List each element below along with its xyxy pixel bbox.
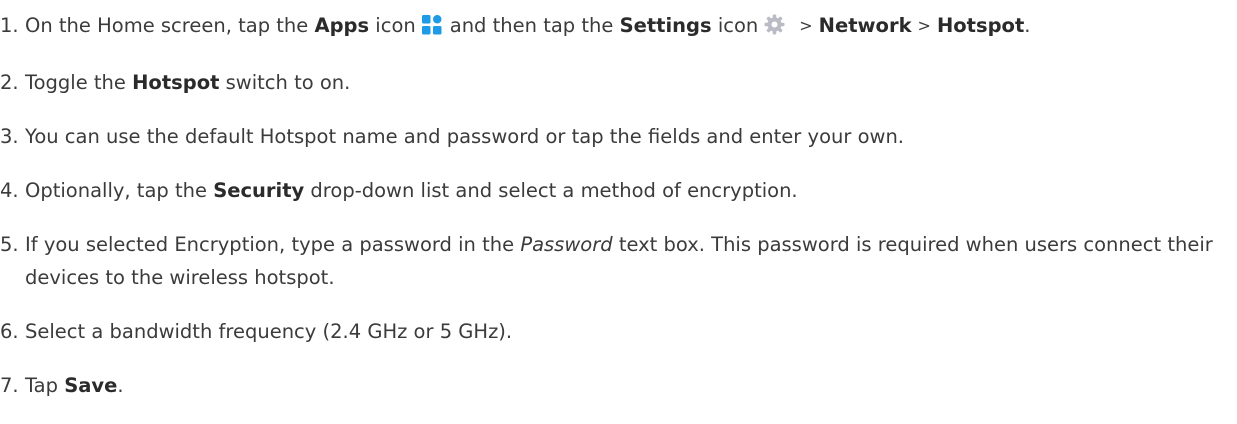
settings-term: Settings <box>619 14 712 37</box>
step-text: and then tap the <box>449 14 620 37</box>
gear-icon <box>764 12 785 45</box>
step-text: Toggle the <box>25 71 133 94</box>
password-term: Password <box>520 233 613 256</box>
step-number: 2. <box>0 71 19 94</box>
network-term: Network <box>818 14 912 37</box>
step-text: icon <box>369 14 416 37</box>
step-number: 1. <box>0 14 19 37</box>
step-2: 2. Toggle the Hotspot switch to on. <box>0 66 1237 99</box>
step-3: 3. You can use the default Hotspot name … <box>0 120 1237 153</box>
step-6: 6. Select a bandwidth frequency (2.4 GHz… <box>0 315 1237 348</box>
step-text: Tap <box>25 374 65 397</box>
save-term: Save <box>64 374 118 397</box>
step-5: 5. If you selected Encryption, type a pa… <box>0 228 1237 294</box>
instruction-steps-list: 1. On the Home screen, tap the Apps icon… <box>0 9 1237 402</box>
step-text: . <box>117 374 124 397</box>
step-text: drop-down list and select a method of en… <box>304 179 798 202</box>
security-term: Security <box>213 179 305 202</box>
step-text: You can use the default Hotspot name and… <box>25 125 905 148</box>
step-4: 4. Optionally, tap the Security drop-dow… <box>0 174 1237 207</box>
step-number: 7. <box>0 374 19 397</box>
chevron-right-icon: > <box>917 16 931 35</box>
step-text: Select a bandwidth frequency (2.4 GHz or… <box>25 320 513 343</box>
chevron-right-icon: > <box>799 16 813 35</box>
hotspot-term: Hotspot <box>936 14 1025 37</box>
step-text: On the Home screen, tap the <box>25 14 315 37</box>
step-text: switch to on. <box>219 71 351 94</box>
step-1: 1. On the Home screen, tap the Apps icon… <box>0 9 1237 45</box>
step-text: If you selected Encryption, type a passw… <box>25 233 521 256</box>
step-number: 5. <box>0 233 19 256</box>
step-number: 6. <box>0 320 19 343</box>
step-text: Optionally, tap the <box>25 179 214 202</box>
apps-icon <box>421 12 442 45</box>
step-text: icon <box>711 14 759 37</box>
step-7: 7. Tap Save. <box>0 369 1237 402</box>
step-number: 4. <box>0 179 19 202</box>
hotspot-term: Hotspot <box>132 71 220 94</box>
step-number: 3. <box>0 125 19 148</box>
apps-term: Apps <box>314 14 370 37</box>
step-text: . <box>1024 14 1031 37</box>
